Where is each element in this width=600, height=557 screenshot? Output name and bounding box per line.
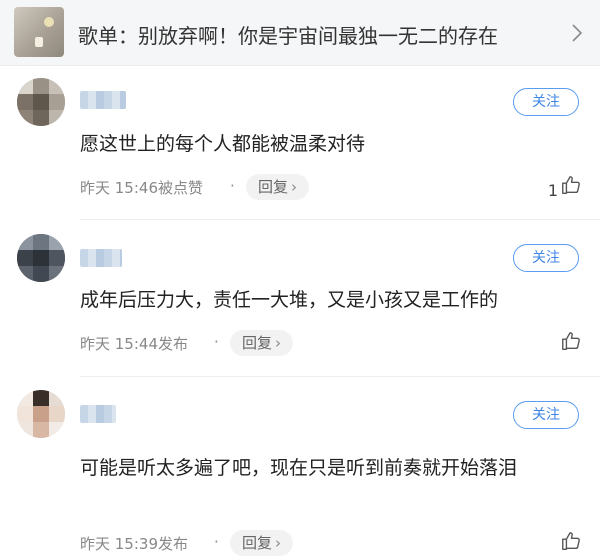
- avatar[interactable]: [17, 234, 65, 282]
- comment-text: 可能是听太多遍了吧，现在只是听到前奏就开始落泪: [80, 457, 518, 479]
- thumbs-up-icon: [560, 530, 582, 556]
- chevron-right-icon: [572, 24, 583, 46]
- reply-button[interactable]: 回复 ›: [230, 330, 294, 356]
- username[interactable]: [80, 249, 122, 267]
- thumbs-up-icon: [560, 174, 582, 200]
- comment-text: 愿这世上的每个人都能被温柔对待: [80, 133, 366, 155]
- comment-meta: 昨天 15:46被点赞: [80, 177, 203, 198]
- comment-meta: 昨天 15:39发布: [80, 533, 188, 554]
- reply-label: 回复: [242, 534, 273, 552]
- thumbs-up-icon: [560, 330, 582, 356]
- avatar[interactable]: [17, 390, 65, 438]
- chevron-right-icon: ›: [275, 534, 282, 552]
- avatar[interactable]: [17, 78, 65, 126]
- playlist-banner[interactable]: 歌单：别放弃啊！你是宇宙间最独一无二的存在: [0, 0, 600, 66]
- timestamp: 昨天 15:46被点赞: [80, 179, 203, 197]
- divider: [80, 376, 600, 377]
- separator-dot: ·: [230, 177, 235, 195]
- reply-button[interactable]: 回复 ›: [230, 530, 294, 556]
- like-button[interactable]: [558, 530, 582, 556]
- timestamp: 昨天 15:39发布: [80, 535, 188, 553]
- comment-meta: 昨天 15:44发布: [80, 333, 188, 354]
- follow-button[interactable]: 关注: [513, 88, 579, 116]
- username[interactable]: [80, 405, 116, 423]
- divider: [80, 219, 600, 220]
- comment-text: 成年后压力大，责任一大堆，又是小孩又是工作的: [80, 289, 499, 311]
- reply-label: 回复: [258, 178, 289, 196]
- follow-button[interactable]: 关注: [513, 401, 579, 429]
- reply-button[interactable]: 回复 ›: [246, 174, 310, 200]
- like-button[interactable]: 1: [548, 174, 582, 200]
- comment-item: 关注 成年后压力大，责任一大堆，又是小孩又是工作的 昨天 15:44发布 · 回…: [0, 222, 600, 372]
- playlist-cover-image: [14, 7, 64, 57]
- separator-dot: ·: [214, 533, 219, 551]
- username[interactable]: [80, 91, 126, 109]
- like-count: 1: [547, 181, 558, 200]
- playlist-title: 歌单：别放弃啊！你是宇宙间最独一无二的存在: [78, 24, 498, 48]
- reply-label: 回复: [242, 334, 273, 352]
- follow-button[interactable]: 关注: [513, 244, 579, 272]
- like-button[interactable]: [558, 330, 582, 356]
- chevron-right-icon: ›: [291, 178, 298, 196]
- comment-item: 关注 可能是听太多遍了吧，现在只是听到前奏就开始落泪 昨天 15:39发布 · …: [0, 380, 600, 557]
- comment-item: 关注 愿这世上的每个人都能被温柔对待 昨天 15:46被点赞 · 回复 › 1: [0, 66, 600, 216]
- timestamp: 昨天 15:44发布: [80, 335, 188, 353]
- separator-dot: ·: [214, 333, 219, 351]
- chevron-right-icon: ›: [275, 334, 282, 352]
